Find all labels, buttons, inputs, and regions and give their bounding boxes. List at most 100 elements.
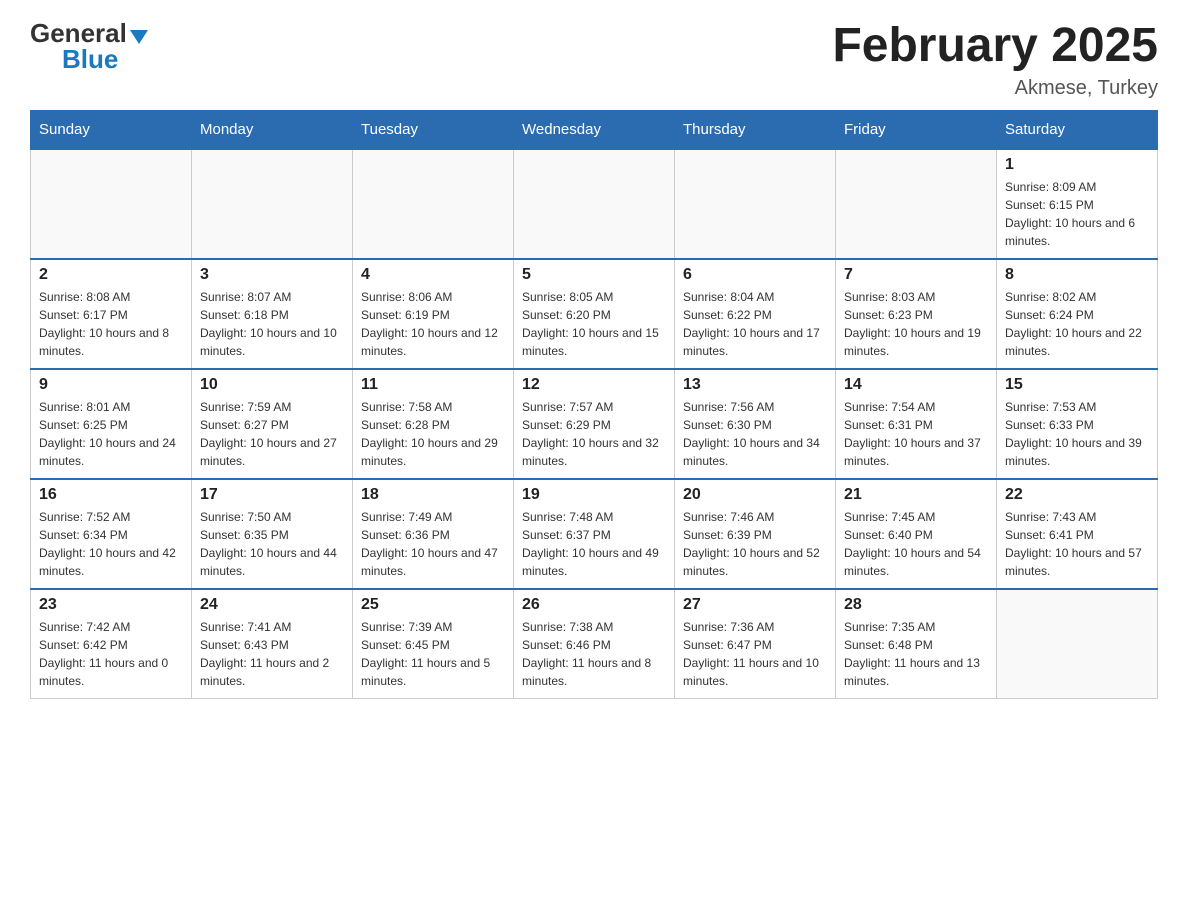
logo-general-text: General xyxy=(30,20,127,46)
calendar-cell: 14Sunrise: 7:54 AMSunset: 6:31 PMDayligh… xyxy=(836,369,997,479)
logo-line2: Blue xyxy=(30,46,118,73)
day-number: 24 xyxy=(200,596,344,614)
calendar-cell: 18 Sunrise: 7:49 AMSunset: 6:36 PMDayligh… xyxy=(353,479,514,589)
day-number: 25 xyxy=(361,596,505,614)
day-info: Sunrise: 7:46 AMSunset: 6:39 PMDaylight:… xyxy=(683,508,827,580)
day-info: Sunrise: 8:05 AMSunset: 6:20 PMDaylight:… xyxy=(522,288,666,360)
day-info: Sunrise: 7:56 AMSunset: 6:30 PMDaylight:… xyxy=(683,398,827,470)
day-number: 2 xyxy=(39,266,183,284)
day-info: Sunrise: 8:08 AMSunset: 6:17 PMDaylight:… xyxy=(39,288,183,360)
calendar-cell: 15 Sunrise: 7:53 AMSunset: 6:33 PMDayligh… xyxy=(997,369,1158,479)
calendar-cell: 4 Sunrise: 8:06 AMSunset: 6:19 PMDaylight… xyxy=(353,259,514,369)
day-info: Sunrise: 8:04 AMSunset: 6:22 PMDaylight:… xyxy=(683,288,827,360)
day-number: 17 xyxy=(200,486,344,504)
day-number: 6 xyxy=(683,266,827,284)
calendar-title: February 2025 xyxy=(832,20,1158,73)
day-info: Sunrise: 7:42 AMSunset: 6:42 PMDaylight:… xyxy=(39,618,183,690)
logo-blue-text: Blue xyxy=(62,44,118,74)
day-number: 18 xyxy=(361,486,505,504)
day-number: 3 xyxy=(200,266,344,284)
header-monday: Monday xyxy=(192,110,353,149)
calendar-week-row: 1 Sunrise: 8:09 AMSunset: 6:15 PMDaylight… xyxy=(31,149,1158,259)
day-number: 20 xyxy=(683,486,827,504)
day-number: 22 xyxy=(1005,486,1149,504)
calendar-cell: 1 Sunrise: 8:09 AMSunset: 6:15 PMDaylight… xyxy=(997,149,1158,259)
day-number: 12 xyxy=(522,376,666,394)
calendar-cell: 5 Sunrise: 8:05 AMSunset: 6:20 PMDaylight… xyxy=(514,259,675,369)
day-number: 14 xyxy=(844,376,988,394)
day-info: Sunrise: 8:07 AMSunset: 6:18 PMDaylight:… xyxy=(200,288,344,360)
day-number: 5 xyxy=(522,266,666,284)
day-number: 16 xyxy=(39,486,183,504)
day-info: Sunrise: 7:52 AMSunset: 6:34 PMDaylight:… xyxy=(39,508,183,580)
calendar-cell: 8 Sunrise: 8:02 AMSunset: 6:24 PMDaylight… xyxy=(997,259,1158,369)
day-info: Sunrise: 8:02 AMSunset: 6:24 PMDaylight:… xyxy=(1005,288,1149,360)
calendar-week-row: 2 Sunrise: 8:08 AMSunset: 6:17 PMDaylight… xyxy=(31,259,1158,369)
day-number: 8 xyxy=(1005,266,1149,284)
day-number: 7 xyxy=(844,266,988,284)
calendar-cell: 20 Sunrise: 7:46 AMSunset: 6:39 PMDayligh… xyxy=(675,479,836,589)
calendar-body: 1 Sunrise: 8:09 AMSunset: 6:15 PMDaylight… xyxy=(31,149,1158,699)
day-info: Sunrise: 7:53 AMSunset: 6:33 PMDaylight:… xyxy=(1005,398,1149,470)
day-number: 15 xyxy=(1005,376,1149,394)
calendar-cell: 12 Sunrise: 7:57 AMSunset: 6:29 PMDayligh… xyxy=(514,369,675,479)
day-info: Sunrise: 8:03 AMSunset: 6:23 PMDaylight:… xyxy=(844,288,988,360)
day-info: Sunrise: 7:38 AMSunset: 6:46 PMDaylight:… xyxy=(522,618,666,690)
day-number: 1 xyxy=(1005,156,1149,174)
day-info: Sunrise: 7:49 AMSunset: 6:36 PMDaylight:… xyxy=(361,508,505,580)
header-tuesday: Tuesday xyxy=(353,110,514,149)
page-header: General Blue February 2025 Akmese, Turke… xyxy=(30,20,1158,100)
calendar-header: Sunday Monday Tuesday Wednesday Thursday… xyxy=(31,110,1158,149)
calendar-cell: 22 Sunrise: 7:43 AMSunset: 6:41 PMDayligh… xyxy=(997,479,1158,589)
calendar-cell xyxy=(31,149,192,259)
calendar-table: Sunday Monday Tuesday Wednesday Thursday… xyxy=(30,110,1158,700)
day-number: 9 xyxy=(39,376,183,394)
header-saturday: Saturday xyxy=(997,110,1158,149)
calendar-cell: 2 Sunrise: 8:08 AMSunset: 6:17 PMDaylight… xyxy=(31,259,192,369)
day-info: Sunrise: 7:59 AMSunset: 6:27 PMDaylight:… xyxy=(200,398,344,470)
logo: General Blue xyxy=(30,20,148,73)
title-section: February 2025 Akmese, Turkey xyxy=(832,20,1158,100)
calendar-cell xyxy=(675,149,836,259)
day-info: Sunrise: 7:41 AMSunset: 6:43 PMDaylight:… xyxy=(200,618,344,690)
calendar-cell xyxy=(997,589,1158,699)
calendar-cell: 21 Sunrise: 7:45 AMSunset: 6:40 PMDayligh… xyxy=(836,479,997,589)
calendar-cell: 26 Sunrise: 7:38 AMSunset: 6:46 PMDayligh… xyxy=(514,589,675,699)
day-number: 28 xyxy=(844,596,988,614)
day-number: 13 xyxy=(683,376,827,394)
calendar-cell: 24 Sunrise: 7:41 AMSunset: 6:43 PMDayligh… xyxy=(192,589,353,699)
header-thursday: Thursday xyxy=(675,110,836,149)
calendar-cell: 17Sunrise: 7:50 AMSunset: 6:35 PMDayligh… xyxy=(192,479,353,589)
day-number: 11 xyxy=(361,376,505,394)
header-friday: Friday xyxy=(836,110,997,149)
calendar-week-row: 9 Sunrise: 8:01 AMSunset: 6:25 PMDaylight… xyxy=(31,369,1158,479)
day-info: Sunrise: 7:35 AMSunset: 6:48 PMDaylight:… xyxy=(844,618,988,690)
calendar-cell xyxy=(192,149,353,259)
day-number: 4 xyxy=(361,266,505,284)
day-info: Sunrise: 7:57 AMSunset: 6:29 PMDaylight:… xyxy=(522,398,666,470)
day-info: Sunrise: 8:01 AMSunset: 6:25 PMDaylight:… xyxy=(39,398,183,470)
calendar-cell: 25 Sunrise: 7:39 AMSunset: 6:45 PMDayligh… xyxy=(353,589,514,699)
day-info: Sunrise: 8:06 AMSunset: 6:19 PMDaylight:… xyxy=(361,288,505,360)
calendar-cell xyxy=(836,149,997,259)
calendar-cell: 3 Sunrise: 8:07 AMSunset: 6:18 PMDaylight… xyxy=(192,259,353,369)
day-info: Sunrise: 7:39 AMSunset: 6:45 PMDaylight:… xyxy=(361,618,505,690)
calendar-week-row: 23 Sunrise: 7:42 AMSunset: 6:42 PMDayligh… xyxy=(31,589,1158,699)
day-info: Sunrise: 8:09 AMSunset: 6:15 PMDaylight:… xyxy=(1005,178,1149,250)
day-number: 21 xyxy=(844,486,988,504)
day-info: Sunrise: 7:36 AMSunset: 6:47 PMDaylight:… xyxy=(683,618,827,690)
calendar-cell: 23 Sunrise: 7:42 AMSunset: 6:42 PMDayligh… xyxy=(31,589,192,699)
day-info: Sunrise: 7:43 AMSunset: 6:41 PMDaylight:… xyxy=(1005,508,1149,580)
day-number: 26 xyxy=(522,596,666,614)
day-info: Sunrise: 7:48 AMSunset: 6:37 PMDaylight:… xyxy=(522,508,666,580)
day-number: 23 xyxy=(39,596,183,614)
calendar-subtitle: Akmese, Turkey xyxy=(832,77,1158,100)
calendar-cell: 6 Sunrise: 8:04 AMSunset: 6:22 PMDaylight… xyxy=(675,259,836,369)
logo-triangle-icon xyxy=(130,30,148,44)
logo-line1: General xyxy=(30,20,148,46)
day-info: Sunrise: 7:58 AMSunset: 6:28 PMDaylight:… xyxy=(361,398,505,470)
day-number: 19 xyxy=(522,486,666,504)
calendar-cell: 16 Sunrise: 7:52 AMSunset: 6:34 PMDayligh… xyxy=(31,479,192,589)
day-info: Sunrise: 7:45 AMSunset: 6:40 PMDaylight:… xyxy=(844,508,988,580)
calendar-cell: 11 Sunrise: 7:58 AMSunset: 6:28 PMDayligh… xyxy=(353,369,514,479)
